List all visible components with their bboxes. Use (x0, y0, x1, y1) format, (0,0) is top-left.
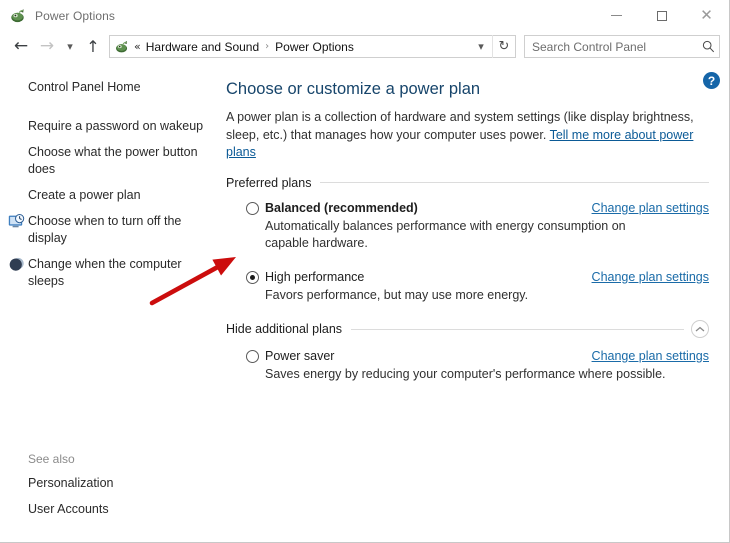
refresh-icon: ↻ (498, 39, 510, 54)
sidebar-item-choose-what-power-button-does[interactable]: Choose what the power button does (0, 144, 212, 178)
chevron-down-icon: ▾ (478, 40, 484, 53)
back-arrow-icon: ← (13, 36, 29, 56)
plan-description: Favors performance, but may use more ene… (265, 287, 529, 302)
sidebar-item-control-panel-home[interactable]: Control Panel Home (0, 79, 212, 96)
plan-description: Automatically balances performance with … (265, 218, 626, 251)
minimize-icon (611, 15, 622, 16)
sidebar-item-label: Choose when to turn off the display (28, 214, 182, 245)
collapse-additional-plans-button[interactable] (691, 320, 709, 338)
breadcrumb-item-hardware-and-sound[interactable]: Hardware and Sound (146, 40, 259, 54)
search-box[interactable] (524, 35, 720, 58)
moon-sleep-icon (8, 256, 26, 273)
sidebar-item-personalization[interactable]: Personalization (0, 475, 212, 492)
power-saver-radio[interactable] (246, 350, 259, 363)
forward-button[interactable]: → (34, 34, 60, 60)
plan-name[interactable]: Power saver (265, 348, 334, 365)
high-performance-radio[interactable] (246, 270, 259, 284)
breadcrumb-overflow-icon[interactable]: « (134, 40, 141, 53)
plan-description: Saves energy by reducing your computer's… (265, 367, 666, 381)
minimize-button[interactable] (594, 0, 639, 31)
up-arrow-icon: ↑ (86, 36, 100, 56)
plan-name[interactable]: Balanced (recommended) (265, 200, 418, 217)
change-plan-settings-link-power-saver[interactable]: Change plan settings (576, 348, 709, 365)
sidebar-item-change-when-computer-sleeps[interactable]: Change when the computer sleeps (0, 256, 212, 290)
sidebar-item-choose-when-to-turn-off-display[interactable]: Choose when to turn off the display (0, 213, 212, 247)
group-header: Hide additional plans (226, 320, 709, 338)
group-label: Preferred plans (226, 175, 312, 190)
sidebar-item-label: Change when the computer sleeps (28, 257, 182, 288)
group-divider (320, 182, 709, 183)
sidebar-item-label: Control Panel Home (28, 80, 141, 94)
maximize-button[interactable] (639, 0, 684, 31)
group-label: Hide additional plans (226, 322, 343, 336)
navigation-toolbar: ← → ▾ ↑ « Hardware and Sound › Power Opt… (0, 31, 729, 62)
recent-locations-button[interactable]: ▾ (60, 34, 80, 60)
sidebar-item-user-accounts[interactable]: User Accounts (0, 501, 212, 518)
additional-plans-group: Hide additional plans Power saver Change… (226, 320, 709, 384)
plan-name[interactable]: High performance (265, 269, 364, 286)
plan-row: Balanced (recommended) Change plan setti… (246, 200, 709, 217)
up-button[interactable]: ↑ (80, 34, 106, 60)
see-also-title: See also (28, 452, 75, 466)
change-plan-settings-link-high-performance[interactable]: Change plan settings (576, 269, 709, 286)
sidebar-item-label: Personalization (28, 476, 114, 490)
back-button[interactable]: ← (8, 34, 34, 60)
search-icon[interactable] (697, 36, 719, 57)
help-icon[interactable]: ? (703, 72, 720, 89)
power-plan-power-saver: Power saver Change plan settings Saves e… (226, 348, 709, 384)
address-dropdown-button[interactable]: ▾ (470, 36, 492, 57)
refresh-button[interactable]: ↻ (492, 35, 515, 58)
sidebar-item-label: User Accounts (28, 502, 109, 516)
preferred-plans-group: Preferred plans Balanced (recommended) C… (226, 176, 709, 305)
breadcrumb-separator-icon: › (265, 41, 270, 52)
close-icon: ✕ (700, 7, 713, 24)
group-header: Preferred plans (226, 176, 709, 190)
sidebar-item-require-password-on-wakeup[interactable]: Require a password on wakeup (0, 118, 212, 135)
search-input[interactable] (525, 38, 697, 55)
address-bar[interactable]: « Hardware and Sound › Power Options ▾ ↻ (109, 35, 516, 58)
plan-row: High performance Change plan settings (246, 269, 709, 286)
forward-arrow-icon: → (39, 36, 55, 56)
power-options-icon (9, 7, 27, 25)
chevron-up-icon (695, 326, 705, 331)
window-controls: ✕ (594, 0, 729, 31)
change-plan-settings-link-balanced[interactable]: Change plan settings (576, 200, 709, 217)
power-options-icon (114, 39, 130, 55)
group-divider (351, 328, 684, 330)
sidebar-item-create-a-power-plan[interactable]: Create a power plan (0, 187, 212, 204)
balanced-radio[interactable] (246, 201, 259, 215)
recent-locations-chevron-icon: ▾ (67, 40, 73, 53)
page-description: A power plan is a collection of hardware… (226, 109, 709, 162)
power-plan-balanced: Balanced (recommended) Change plan setti… (226, 200, 709, 253)
power-options-window: Power Options ✕ ← → ▾ ↑ « Hardware and S… (0, 0, 730, 543)
plan-row: Power saver Change plan settings (246, 348, 709, 365)
maximize-icon (656, 10, 667, 21)
power-plan-high-performance: High performance Change plan settings Fa… (226, 269, 709, 305)
sidebar-item-label: Choose what the power button does (28, 145, 198, 176)
monitor-clock-icon (8, 213, 26, 230)
title-bar: Power Options ✕ (0, 0, 729, 31)
sidebar: Control Panel Home Require a password on… (0, 62, 212, 542)
sidebar-item-label: Create a power plan (28, 188, 141, 202)
close-button[interactable]: ✕ (684, 0, 729, 31)
breadcrumb-item-power-options[interactable]: Power Options (275, 40, 354, 54)
main-panel: ? Choose or customize a power plan A pow… (212, 62, 729, 542)
see-also-section: See also Personalization User Accounts (0, 452, 212, 527)
sidebar-item-label: Require a password on wakeup (28, 119, 204, 133)
content-area: Control Panel Home Require a password on… (0, 62, 729, 542)
page-title: Choose or customize a power plan (226, 80, 481, 98)
window-title: Power Options (35, 8, 116, 23)
sidebar-links: Control Panel Home Require a password on… (0, 79, 212, 290)
